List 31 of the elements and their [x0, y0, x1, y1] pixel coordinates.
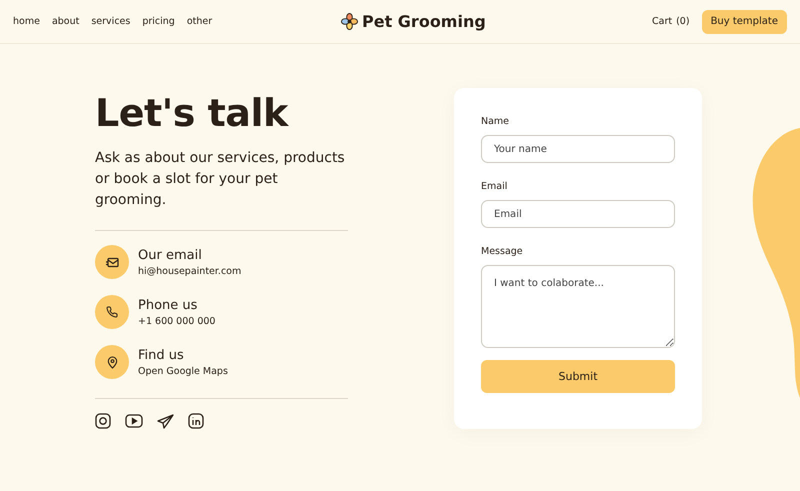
linkedin-icon[interactable] — [188, 413, 204, 429]
contact-title: Our email — [138, 248, 203, 262]
input-field[interactable]: Email — [481, 200, 675, 228]
map-pin-icon — [106, 356, 118, 368]
cart-link[interactable]: Cart (0) — [652, 16, 690, 27]
contact-title: Phone us — [138, 298, 198, 312]
page-heading: Let's talk — [95, 90, 290, 136]
contact-detail: +1 600 000 000 — [138, 316, 216, 326]
submit-button[interactable]: Submit — [481, 360, 675, 393]
nav-link[interactable]: services — [91, 16, 130, 27]
nav-link[interactable]: pricing — [142, 16, 175, 27]
contact-title: Find us — [138, 348, 185, 362]
camera-icon[interactable] — [95, 413, 111, 429]
message-field[interactable]: I want to colaborate... — [481, 265, 675, 348]
paper-plane-icon[interactable] — [157, 414, 174, 428]
nav-link[interactable]: other — [186, 16, 212, 27]
buy-template-button[interactable]: Buy template — [702, 10, 787, 34]
envelope-icon — [106, 256, 118, 268]
nav-link[interactable]: home — [13, 16, 40, 27]
flower-logo-icon — [341, 13, 358, 30]
brand-name[interactable]: Pet Grooming — [362, 12, 486, 31]
intro-text: Ask as about our services, products or book a slot for your pet grooming. — [95, 149, 346, 210]
field-label: Name — [481, 116, 510, 127]
nav-link[interactable]: about — [52, 16, 80, 27]
field-label: Email — [481, 181, 508, 192]
contact-detail: hi@housepainter.com — [138, 266, 242, 276]
play-icon[interactable] — [125, 414, 143, 428]
contact-detail[interactable]: Open Google Maps — [138, 366, 228, 376]
field-label: Message — [481, 246, 524, 257]
phone-icon — [106, 306, 118, 318]
input-field[interactable]: Your name — [481, 135, 675, 163]
